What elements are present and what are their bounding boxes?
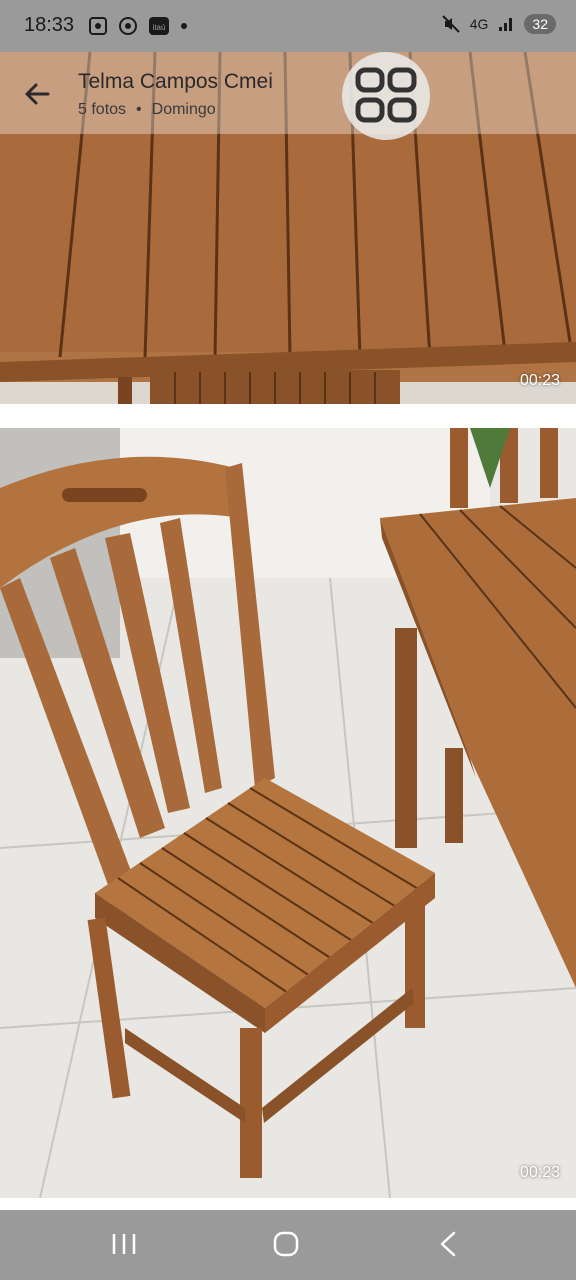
photo-chair-and-table[interactable]: 00:23	[0, 428, 576, 1198]
album-title: Telma Campos Cmei	[78, 70, 273, 93]
status-system-icons: 4G 32	[442, 14, 556, 34]
chair-table-image	[0, 428, 576, 1198]
chrome-icon	[119, 17, 137, 35]
mute-icon	[442, 15, 460, 33]
status-notification-icons: itaú	[88, 16, 188, 36]
network-type: 4G	[469, 16, 489, 32]
grid-view-icon	[355, 67, 417, 123]
home-icon[interactable]	[266, 1228, 306, 1260]
grid-view-button[interactable]	[342, 52, 430, 140]
battery-indicator: 32	[524, 14, 556, 34]
status-bar: 18:33 itaú 4G 32	[0, 0, 576, 52]
subtitle-separator: •	[136, 101, 142, 118]
system-nav-bar	[0, 1210, 576, 1280]
svg-text:itaú: itaú	[153, 23, 166, 32]
album-subtitle: 5 fotos • Domingo	[78, 101, 216, 119]
dot-icon	[181, 23, 187, 29]
itau-app-icon: itaú	[149, 17, 169, 35]
video-duration-2: 00:23	[519, 1164, 560, 1181]
album-day: Domingo	[151, 101, 216, 118]
signal-icon	[499, 18, 513, 31]
screenshot-icon	[89, 17, 107, 35]
photo-count: 5 fotos	[78, 101, 127, 118]
video-duration-1: 00:23	[519, 372, 560, 389]
recent-apps-icon[interactable]	[104, 1228, 144, 1260]
status-time: 18:33	[24, 14, 75, 36]
back-arrow-icon[interactable]	[20, 76, 56, 112]
back-icon[interactable]	[428, 1228, 468, 1260]
